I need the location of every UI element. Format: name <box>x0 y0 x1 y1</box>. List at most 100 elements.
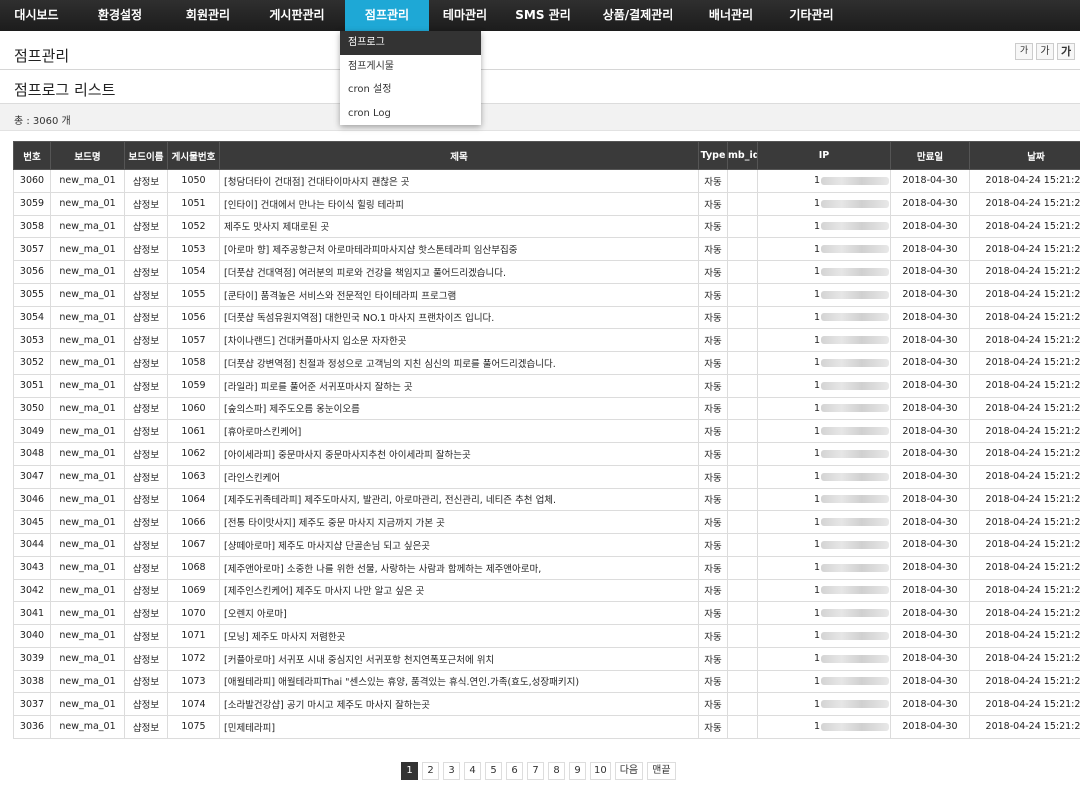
table-cell[interactable]: [차이나랜드] 건대커플마사지 입소문 자자한곳 <box>219 328 699 352</box>
table-cell: 샵정보 <box>124 510 168 534</box>
submenu-item[interactable]: cron 설정 <box>340 78 481 102</box>
page-link[interactable]: 3 <box>443 762 460 780</box>
next-page-link[interactable]: 다음 <box>614 762 644 780</box>
table-cell[interactable]: [전통 타이맛사지] 제주도 중문 마사지 지금까지 가본 곳 <box>219 510 699 534</box>
table-cell: 샵정보 <box>124 373 168 398</box>
table-cell: 자동 <box>698 533 728 557</box>
page-link[interactable]: 7 <box>527 762 544 780</box>
table-cell: 1064 <box>167 487 220 512</box>
table-cell: 3055 <box>13 282 51 307</box>
table-cell[interactable]: [민제테라피] <box>219 715 699 739</box>
table-cell[interactable]: [커플아로마] 서귀포 시내 중심지인 서귀포항 천지연폭포근처에 위치 <box>219 646 699 671</box>
table-cell <box>727 464 758 489</box>
table-cell[interactable]: [샹떼아로마] 제주도 마사지샵 단골손님 되고 싶은곳 <box>219 533 699 557</box>
ip-prefix: 1 <box>814 289 821 301</box>
font-large-button[interactable]: 가 <box>1057 43 1075 60</box>
nav-item[interactable]: 게시판관리 <box>249 0 345 31</box>
table-cell <box>727 487 758 512</box>
table-cell[interactable]: [더풋샵 건대역점] 여러분의 피로와 건강을 책임지고 풀어드리겠습니다. <box>219 260 699 284</box>
submenu-item[interactable]: 점프게시물 <box>340 55 481 79</box>
nav-item[interactable]: 회원관리 <box>167 0 249 31</box>
table-cell[interactable]: [더풋샵 강변역점] 친절과 정성으로 고객님의 지친 심신의 피로를 풀어드리… <box>219 351 699 375</box>
table-cell: new_ma_01 <box>50 715 125 739</box>
page-link[interactable]: 9 <box>569 762 586 780</box>
nav-item[interactable]: SMS 관리 <box>501 0 585 31</box>
table-cell: new_ma_01 <box>50 328 125 352</box>
page-link[interactable]: 10 <box>590 762 611 780</box>
table-cell[interactable]: [쿤타이] 품격높은 서비스와 전문적인 타이테라피 프로그램 <box>219 282 699 307</box>
ip-prefix: 1 <box>814 471 821 483</box>
table-cell: 2018-04-24 15:21:26 <box>969 487 1080 512</box>
nav-item[interactable]: 점프관리 <box>345 0 429 31</box>
table-cell[interactable]: [아이세라피] 중문마사지 중문마사지추천 아이세라피 잘하는곳 <box>219 442 699 466</box>
table-cell: 1074 <box>167 692 220 716</box>
table-cell[interactable]: [청담더타이 건대점] 건대타이마사지 괜찮은 곳 <box>219 169 699 193</box>
table-cell[interactable]: [휴아로마스킨케어] <box>219 419 699 443</box>
page-link[interactable]: 1 <box>401 762 418 780</box>
ip-prefix: 1 <box>814 425 821 437</box>
submenu-item[interactable]: 점프로그 <box>340 31 481 55</box>
table-row: 3055 new_ma_01 샵정보 1055 [쿤타이] 품격높은 서비스와 전문적인… <box>13 282 1080 307</box>
ip-redaction <box>821 722 890 731</box>
last-page-link[interactable]: 맨끝 <box>647 762 676 780</box>
ip-address: 1 <box>814 721 890 732</box>
table-cell: 1075 <box>167 715 220 739</box>
table-cell: 1051 <box>167 191 220 216</box>
table-cell: 1 <box>757 555 891 580</box>
table-cell: 3058 <box>13 214 51 239</box>
table-cell: 3053 <box>13 328 51 352</box>
table-cell: 2018-04-30 <box>890 715 970 739</box>
font-small-button[interactable]: 가 <box>1015 43 1033 60</box>
table-cell[interactable]: [제주도귀족테라피] 제주도마사지, 발관리, 아로마관리, 전신관리, 네티즌… <box>219 487 699 512</box>
nav-item[interactable]: 테마관리 <box>429 0 501 31</box>
page-link[interactable]: 6 <box>506 762 523 780</box>
table-cell: 1 <box>757 169 891 193</box>
table-cell: 자동 <box>698 624 728 648</box>
submenu-item[interactable]: cron Log <box>340 102 481 126</box>
table-cell[interactable]: [제주인스킨케어] 제주도 마사지 나만 알고 싶은 곳 <box>219 578 699 603</box>
table-cell[interactable]: [숲의스파] 제주도오름 옹눈이오름 <box>219 396 699 421</box>
table-cell: 2018-04-30 <box>890 282 970 307</box>
table-cell: 2018-04-24 15:21:26 <box>969 373 1080 398</box>
table-cell: 1071 <box>167 624 220 648</box>
table-cell[interactable]: [애월테라피] 애월테라피Thai "센스있는 휴양, 품격있는 휴식.연인.가… <box>219 669 699 694</box>
jump-log-table: 번호 보드명 보드이름 게시물번호 제목 Type mb_id IP 만료일 날짜 3060 new… <box>13 141 1080 739</box>
nav-item[interactable]: 상품/결제관리 <box>585 0 691 31</box>
table-cell: 자동 <box>698 419 728 443</box>
page-link[interactable]: 2 <box>422 762 439 780</box>
nav-item[interactable]: 환경설정 <box>73 0 167 31</box>
table-cell[interactable]: [아로마 향] 제주공항근처 아로마테라피마사지샵 핫스톤테라피 임산부집중 <box>219 237 699 261</box>
table-cell[interactable]: 제주도 맛사지 제대로된 곳 <box>219 214 699 239</box>
table-cell <box>727 328 758 352</box>
table-row: 3056 new_ma_01 샵정보 1054 [더풋샵 건대역점] 여러분의 피로와 … <box>13 260 1080 284</box>
table-row: 3047 new_ma_01 샵정보 1063 [라인스킨케어 자동 1 2018-04-30… <box>13 464 1080 489</box>
page-link[interactable]: 8 <box>548 762 565 780</box>
table-cell: 2018-04-30 <box>890 578 970 603</box>
table-row: 3058 new_ma_01 샵정보 1052 제주도 맛사지 제대로된 곳 자동 1 201… <box>13 214 1080 239</box>
table-cell[interactable]: [제주앤아로마] 소중한 나를 위한 선물, 사랑하는 사람과 함께하는 제주앤… <box>219 555 699 580</box>
nav-item[interactable]: 기타관리 <box>771 0 852 31</box>
table-cell: 자동 <box>698 669 728 694</box>
table-cell: 샵정보 <box>124 624 168 648</box>
table-cell: 3041 <box>13 601 51 625</box>
table-cell[interactable]: [라일라] 피로를 풀어준 서귀포마사지 잘하는 곳 <box>219 373 699 398</box>
column-header: Type <box>698 141 728 170</box>
table-cell[interactable]: [소라발건강샵] 공기 마시고 제주도 마사지 잘하는곳 <box>219 692 699 716</box>
ip-redaction <box>821 313 890 322</box>
table-cell <box>727 692 758 716</box>
table-row: 3054 new_ma_01 샵정보 1056 [더풋샵 독섬유원지역점] 대한민국 N… <box>13 305 1080 330</box>
page-link[interactable]: 4 <box>464 762 481 780</box>
table-cell: 자동 <box>698 351 728 375</box>
table-cell[interactable]: [라인스킨케어 <box>219 464 699 489</box>
font-medium-button[interactable]: 가 <box>1036 43 1054 60</box>
table-cell[interactable]: [오렌지 아로마] <box>219 601 699 625</box>
table-row: 3040 new_ma_01 샵정보 1071 [모닝] 제주도 마사지 저렴한곳 자동 1… <box>13 624 1080 648</box>
table-cell[interactable]: [더풋샵 독섬유원지역점] 대한민국 NO.1 마사지 프랜차이즈 입니다. <box>219 305 699 330</box>
page-link[interactable]: 5 <box>485 762 502 780</box>
nav-item[interactable]: 배너관리 <box>691 0 771 31</box>
nav-item[interactable]: 대시보드 <box>0 0 73 31</box>
table-cell[interactable]: [인타이] 건대에서 만나는 타이식 힐링 테라피 <box>219 191 699 216</box>
ip-redaction <box>821 540 890 549</box>
table-cell[interactable]: [모닝] 제주도 마사지 저렴한곳 <box>219 624 699 648</box>
column-header: 보드이름 <box>124 141 168 170</box>
